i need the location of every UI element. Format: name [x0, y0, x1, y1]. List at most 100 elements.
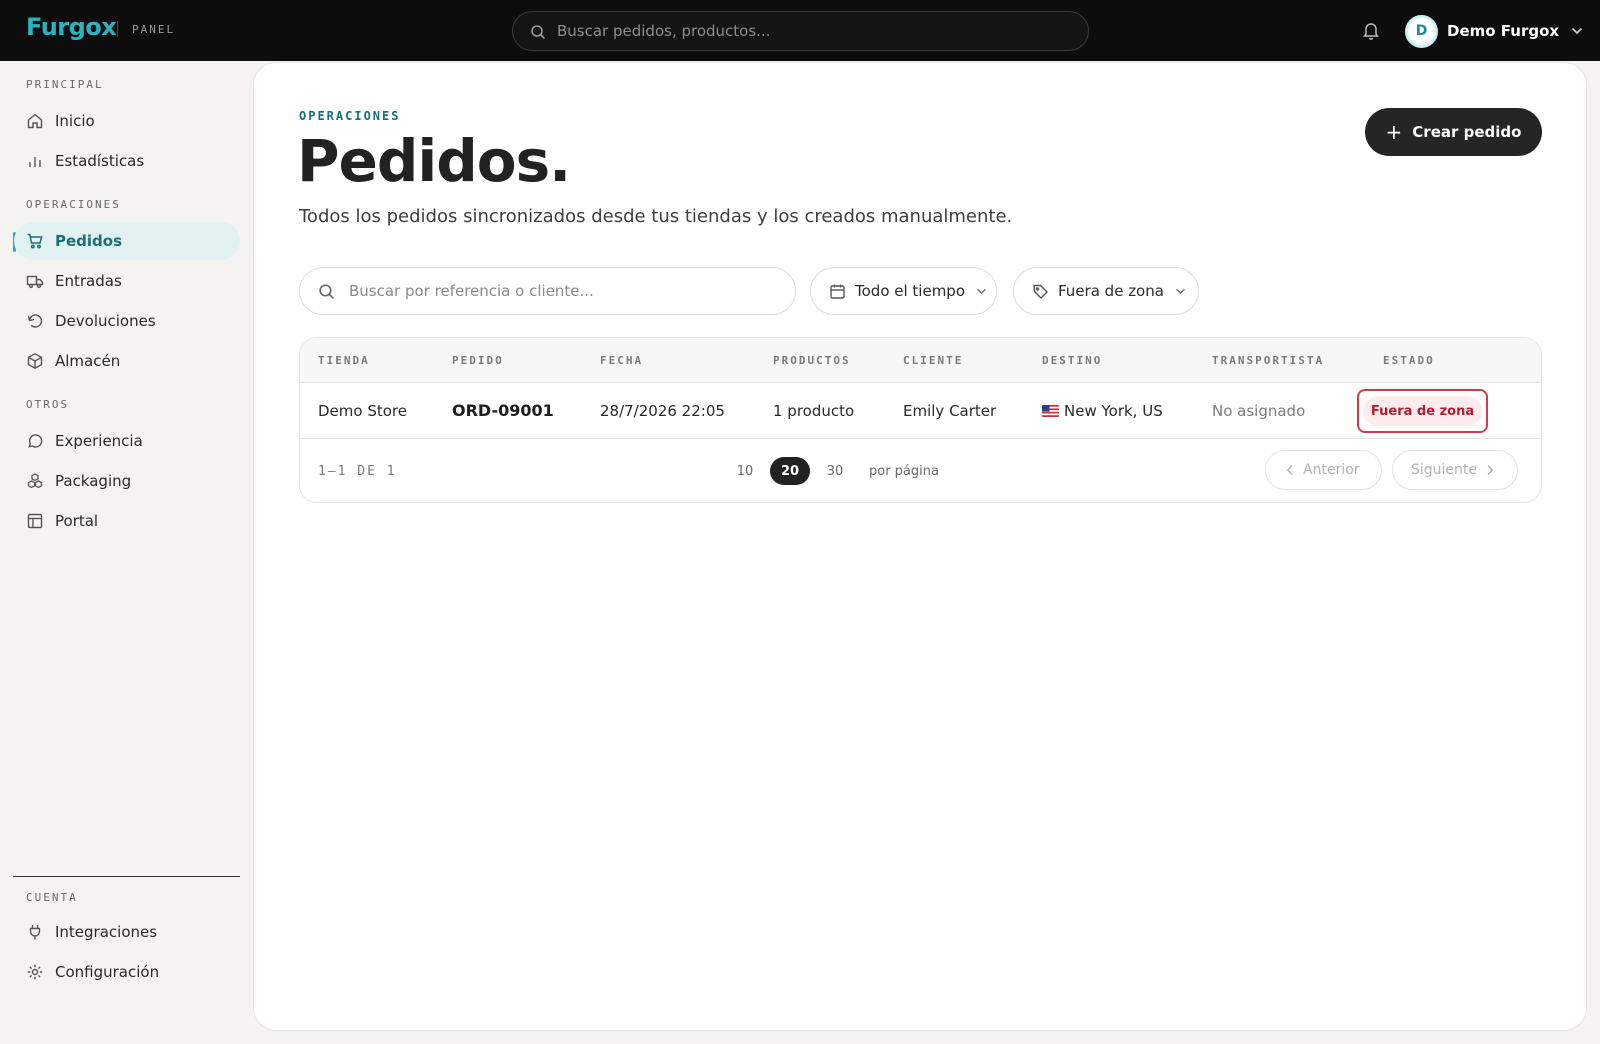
- page-size-30[interactable]: 30: [815, 457, 855, 485]
- sidebar-divider: [13, 876, 240, 877]
- package-icon: [27, 352, 43, 370]
- sidebar-item-entradas[interactable]: Entradas: [14, 262, 240, 300]
- column-header-transportista[interactable]: TRANSPORTISTA: [1212, 354, 1324, 367]
- page-eyebrow: OPERACIONES: [299, 109, 401, 123]
- per-page-label: por página: [869, 464, 939, 479]
- table-header: TIENDA PEDIDO FECHA PRODUCTOS CLIENTE DE…: [300, 338, 1541, 383]
- status-highlight: Fuera de zona: [1357, 389, 1488, 433]
- bar-chart-icon: [29, 157, 41, 167]
- home-icon: [27, 113, 43, 129]
- sidebar-item-almacen[interactable]: Almacén: [14, 342, 240, 380]
- next-page-button[interactable]: Siguiente: [1392, 450, 1518, 490]
- page-subtitle: Todos los pedidos sincronizados desde tu…: [299, 206, 1013, 227]
- message-circle-icon: [28, 434, 43, 448]
- sidebar-section-otros: OTROS: [26, 398, 70, 411]
- sidebar-item-devoluciones[interactable]: Devoluciones: [14, 302, 240, 340]
- chevron-left-icon: [1286, 464, 1293, 476]
- sidebar-item-label: Integraciones: [55, 923, 158, 941]
- sidebar: PRINCIPAL Inicio Estadísticas OPERACIONE…: [0, 61, 254, 1044]
- sidebar-item-label: Packaging: [55, 472, 132, 490]
- table-row[interactable]: Demo Store ORD-09001 28/7/2026 22:05 1 p…: [300, 383, 1541, 439]
- next-page-label: Siguiente: [1411, 462, 1478, 478]
- cell-fecha: 28/7/2026 22:05: [600, 402, 725, 420]
- cell-destino: New York, US: [1042, 402, 1163, 420]
- status-badge: Fuera de zona: [1363, 396, 1482, 426]
- cell-tienda: Demo Store: [318, 402, 407, 420]
- tag-icon: [1033, 284, 1048, 299]
- column-header-cliente[interactable]: CLIENTE: [903, 354, 963, 367]
- chevron-right-icon: [1487, 464, 1494, 476]
- brand-section-label: PANEL: [132, 23, 176, 36]
- column-header-tienda[interactable]: TIENDA: [318, 354, 370, 367]
- sidebar-item-label: Devoluciones: [55, 312, 156, 330]
- column-header-fecha[interactable]: FECHA: [600, 354, 643, 367]
- sidebar-item-pedidos[interactable]: Pedidos: [14, 222, 240, 260]
- main-panel: OPERACIONES Pedidos. Todos los pedidos s…: [254, 63, 1586, 1030]
- sidebar-item-label: Experiencia: [55, 432, 143, 450]
- sidebar-item-packaging[interactable]: Packaging: [14, 462, 240, 500]
- page-title: Pedidos.: [297, 127, 571, 195]
- status-filter-value: Fuera de zona: [1058, 282, 1164, 300]
- sidebar-section-principal: PRINCIPAL: [26, 78, 104, 91]
- search-icon: [531, 25, 546, 40]
- user-name: Demo Furgox: [1447, 22, 1560, 40]
- chevron-down-icon: [1572, 27, 1583, 35]
- order-search[interactable]: [299, 267, 796, 315]
- sidebar-item-inicio[interactable]: Inicio: [14, 102, 240, 140]
- sidebar-item-estadisticas[interactable]: Estadísticas: [14, 142, 240, 180]
- chevron-down-icon: [977, 288, 986, 294]
- gear-icon: [27, 964, 43, 980]
- sidebar-item-label: Inicio: [55, 112, 95, 130]
- bell-icon[interactable]: [1362, 21, 1380, 40]
- prev-page-label: Anterior: [1303, 462, 1360, 478]
- global-search-input[interactable]: [557, 12, 1077, 50]
- prev-page-button[interactable]: Anterior: [1265, 450, 1382, 490]
- cell-pedido[interactable]: ORD-09001: [452, 401, 554, 420]
- create-order-label: Crear pedido: [1412, 123, 1522, 141]
- sidebar-item-integraciones[interactable]: Integraciones: [14, 913, 240, 951]
- pagination-range: 1–1 DE 1: [318, 464, 397, 479]
- create-order-button[interactable]: + Crear pedido: [1365, 108, 1542, 156]
- column-header-destino[interactable]: DESTINO: [1042, 354, 1102, 367]
- sidebar-item-label: Pedidos: [55, 232, 123, 250]
- sidebar-item-experiencia[interactable]: Experiencia: [14, 422, 240, 460]
- truck-icon: [26, 275, 44, 289]
- global-search[interactable]: [512, 11, 1089, 51]
- calendar-icon: [830, 284, 845, 299]
- brand-logo[interactable]: Furgox: [26, 13, 117, 41]
- date-range-value: Todo el tiempo: [855, 282, 966, 300]
- column-header-estado[interactable]: ESTADO: [1383, 354, 1435, 367]
- avatar: D: [1405, 14, 1438, 48]
- plug-icon: [29, 925, 41, 940]
- boxes-icon: [27, 473, 43, 489]
- shopping-cart-icon: [27, 233, 43, 249]
- cell-destino-text: New York, US: [1064, 402, 1163, 420]
- sidebar-item-label: Entradas: [55, 272, 122, 290]
- sidebar-item-label: Estadísticas: [55, 152, 145, 170]
- sidebar-item-label: Portal: [55, 512, 99, 530]
- top-bar: Furgox PANEL D Demo Furgox: [0, 0, 1600, 61]
- cell-cliente: Emily Carter: [903, 402, 997, 420]
- page-size-10[interactable]: 10: [725, 457, 765, 485]
- cell-productos: 1 producto: [773, 402, 855, 420]
- order-search-input[interactable]: [349, 268, 779, 314]
- sidebar-item-configuracion[interactable]: Configuración: [14, 953, 240, 991]
- orders-table: TIENDA PEDIDO FECHA PRODUCTOS CLIENTE DE…: [299, 337, 1542, 503]
- column-header-productos[interactable]: PRODUCTOS: [773, 354, 851, 367]
- sidebar-item-portal[interactable]: Portal: [14, 502, 240, 540]
- column-header-pedido[interactable]: PEDIDO: [452, 354, 504, 367]
- sidebar-section-operaciones: OPERACIONES: [26, 198, 121, 211]
- plus-icon: +: [1385, 120, 1403, 144]
- status-filter-dropdown[interactable]: Fuera de zona: [1013, 267, 1199, 315]
- chevron-down-icon: [1176, 288, 1185, 294]
- sidebar-item-label: Almacén: [55, 352, 121, 370]
- us-flag-icon: [1042, 405, 1059, 417]
- logo-divider: [117, 21, 118, 37]
- rotate-ccw-icon: [27, 314, 43, 328]
- sidebar-item-label: Configuración: [55, 963, 160, 981]
- date-range-dropdown[interactable]: Todo el tiempo: [810, 267, 997, 315]
- search-icon: [319, 284, 334, 299]
- layout-icon: [27, 513, 43, 529]
- page-size-20[interactable]: 20: [770, 457, 810, 485]
- user-menu[interactable]: D Demo Furgox: [1405, 13, 1583, 49]
